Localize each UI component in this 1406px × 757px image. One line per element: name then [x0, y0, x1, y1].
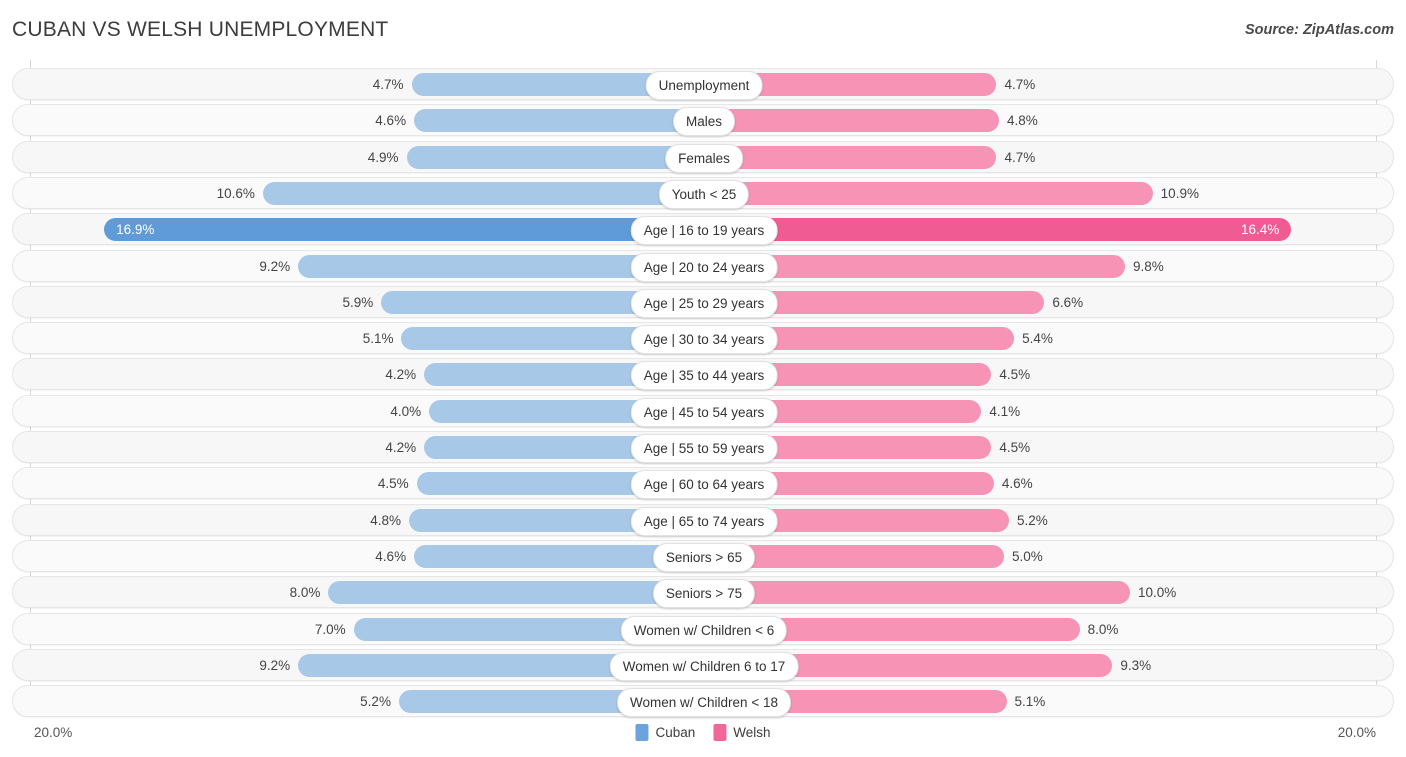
- row-category-label: Age | 65 to 74 years: [630, 506, 778, 536]
- value-label-cuban: 4.8%: [370, 512, 402, 528]
- value-label-welsh: 4.8%: [1006, 113, 1038, 129]
- row-category-label: Females: [665, 143, 743, 173]
- row-category-label: Youth < 25: [658, 179, 750, 209]
- legend-label: Cuban: [655, 725, 696, 740]
- bar-cuban: [414, 109, 704, 133]
- value-label-cuban: 5.1%: [362, 331, 394, 347]
- value-label-cuban: 4.6%: [375, 548, 407, 564]
- value-label-cuban: 4.9%: [367, 149, 399, 165]
- bar-welsh: [704, 109, 999, 133]
- row-category-label: Women w/ Children 6 to 17: [609, 651, 799, 681]
- row-category-label: Women w/ Children < 6: [620, 615, 788, 645]
- row-category-label: Women w/ Children < 18: [617, 688, 791, 718]
- chart-legend: Cuban Welsh: [635, 724, 771, 741]
- row-category-label: Age | 16 to 19 years: [630, 216, 778, 246]
- table-row[interactable]: 4.6% 5.0% Seniors > 65: [12, 539, 1394, 572]
- table-row[interactable]: 10.6% 10.9% Youth < 25: [12, 176, 1394, 209]
- table-row[interactable]: 4.2% 4.5% Age | 55 to 59 years: [12, 431, 1394, 463]
- legend-item-cuban[interactable]: Cuban: [635, 724, 695, 741]
- bar-cuban: [406, 145, 704, 169]
- chart-plot-area: 4.7% 4.7% Unemployment 4.6% 4.8% Males 4.9% 4.7…: [0, 60, 1406, 720]
- value-label-welsh: 4.1%: [989, 403, 1021, 419]
- page-title: CUBAN VS WELSH UNEMPLOYMENT: [12, 18, 389, 41]
- value-label-welsh: 4.7%: [1004, 77, 1036, 92]
- value-label-cuban: 8.0%: [289, 585, 321, 601]
- value-label-cuban: 5.2%: [360, 694, 391, 710]
- value-label-welsh: 4.5%: [999, 367, 1031, 383]
- value-label-cuban: 9.2%: [259, 657, 291, 673]
- table-row[interactable]: 9.2% 9.8% Age | 20 to 24 years: [12, 249, 1394, 282]
- value-label-welsh: 5.1%: [1014, 694, 1046, 710]
- row-category-label: Age | 25 to 29 years: [630, 288, 778, 318]
- value-label-welsh: 4.5%: [999, 440, 1031, 455]
- table-row[interactable]: 9.2% 9.3% Women w/ Children 6 to 17: [12, 648, 1394, 681]
- bar-welsh: [704, 581, 1130, 605]
- value-label-welsh: 16.4%: [1240, 222, 1280, 238]
- legend-item-welsh[interactable]: Welsh: [713, 724, 771, 741]
- table-row[interactable]: 4.8% 5.2% Age | 65 to 74 years: [12, 503, 1394, 536]
- axis-label-left: 20.0%: [34, 725, 73, 740]
- table-row[interactable]: 4.7% 4.7% Unemployment: [12, 68, 1394, 100]
- legend-label: Welsh: [733, 725, 771, 740]
- value-label-cuban: 4.5%: [377, 476, 409, 492]
- table-row[interactable]: 5.1% 5.4% Age | 30 to 34 years: [12, 322, 1394, 355]
- value-label-welsh: 5.0%: [1012, 548, 1043, 564]
- row-category-label: Age | 55 to 59 years: [630, 434, 778, 463]
- table-row[interactable]: 16.9% 16.4% Age | 16 to 19 years: [12, 213, 1394, 246]
- value-label-welsh: 8.0%: [1087, 621, 1119, 637]
- row-category-label: Age | 35 to 44 years: [630, 361, 778, 391]
- table-row[interactable]: 4.9% 4.7% Females: [12, 140, 1394, 173]
- value-label-cuban: 4.2%: [385, 440, 417, 455]
- row-category-label: Unemployment: [645, 71, 763, 100]
- value-label-welsh: 10.0%: [1138, 585, 1177, 601]
- legend-swatch-icon: [635, 724, 649, 741]
- table-row[interactable]: 4.0% 4.1% Age | 45 to 54 years: [12, 394, 1394, 427]
- value-label-welsh: 4.7%: [1004, 149, 1036, 165]
- row-category-label: Age | 20 to 24 years: [630, 252, 778, 282]
- legend-swatch-icon: [713, 724, 727, 741]
- value-label-cuban: 4.7%: [372, 77, 404, 92]
- axis-label-right: 20.0%: [1337, 725, 1376, 740]
- value-label-cuban: 4.6%: [375, 113, 407, 129]
- bar-cuban: [328, 581, 704, 605]
- row-category-label: Age | 45 to 54 years: [630, 397, 778, 427]
- table-row[interactable]: 8.0% 10.0% Seniors > 75: [12, 576, 1394, 609]
- row-category-label: Seniors > 75: [652, 579, 756, 609]
- value-label-welsh: 5.4%: [1022, 331, 1053, 347]
- table-row[interactable]: 7.0% 8.0% Women w/ Children < 6: [12, 612, 1394, 645]
- bar-welsh: [704, 218, 1292, 242]
- row-category-label: Age | 60 to 64 years: [630, 470, 778, 500]
- row-category-label: Age | 30 to 34 years: [630, 325, 778, 355]
- table-row[interactable]: 5.9% 6.6% Age | 25 to 29 years: [12, 285, 1394, 318]
- bar-cuban: [262, 181, 704, 205]
- table-row[interactable]: 4.2% 4.5% Age | 35 to 44 years: [12, 358, 1394, 391]
- table-row[interactable]: 5.2% 5.1% Women w/ Children < 18: [12, 685, 1394, 718]
- bar-welsh: [704, 181, 1153, 205]
- value-label-cuban: 9.2%: [259, 258, 291, 274]
- chart-header: CUBAN VS WELSH UNEMPLOYMENT Source: ZipA…: [0, 0, 1406, 60]
- row-category-label: Seniors > 65: [652, 542, 756, 572]
- bar-welsh: [704, 145, 997, 169]
- source-attribution: Source: ZipAtlas.com: [1244, 22, 1394, 38]
- table-row[interactable]: 4.6% 4.8% Males: [12, 104, 1394, 137]
- value-label-welsh: 4.6%: [1001, 476, 1033, 492]
- chart-footer: 20.0% Cuban Welsh 20.0%: [0, 715, 1406, 757]
- value-label-cuban: 16.9%: [116, 222, 155, 238]
- value-label-cuban: 10.6%: [216, 185, 255, 201]
- value-label-cuban: 4.2%: [385, 367, 417, 383]
- value-label-cuban: 5.9%: [342, 294, 374, 310]
- table-row[interactable]: 4.5% 4.6% Age | 60 to 64 years: [12, 467, 1394, 500]
- value-label-welsh: 6.6%: [1052, 294, 1084, 310]
- value-label-welsh: 5.2%: [1017, 512, 1048, 528]
- value-label-cuban: 7.0%: [314, 621, 346, 637]
- value-label-welsh: 9.3%: [1120, 657, 1152, 673]
- row-category-label: Males: [672, 107, 736, 137]
- value-label-welsh: 10.9%: [1160, 185, 1199, 201]
- value-label-cuban: 4.0%: [390, 403, 422, 419]
- value-label-welsh: 9.8%: [1132, 258, 1164, 274]
